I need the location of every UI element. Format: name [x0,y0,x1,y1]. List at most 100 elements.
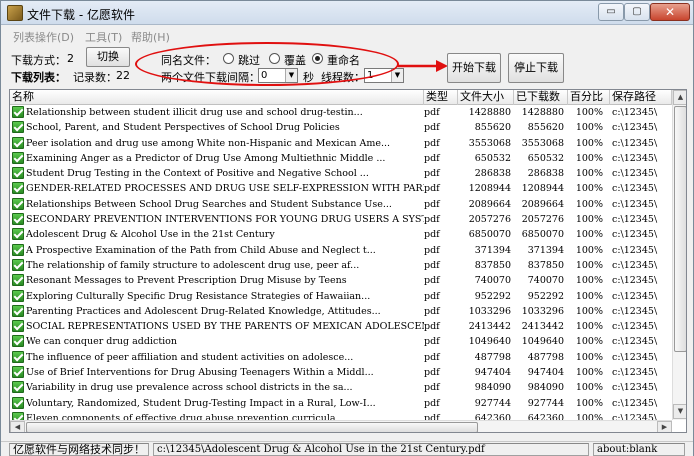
close-button[interactable]: ✕ [650,3,690,21]
column-downloaded[interactable]: 已下载数 [514,90,568,105]
row-type: pdf [424,168,440,180]
green-check-icon[interactable] [12,381,24,394]
green-check-icon[interactable] [12,213,24,226]
row-path: c:\12345\ [612,152,658,164]
green-check-icon[interactable] [12,182,24,195]
table-row[interactable]: Variability in drug use prevalence acros… [10,380,672,395]
row-size: 947404 [474,367,511,379]
green-check-icon[interactable] [12,350,24,363]
title-bar[interactable]: 文件下载 - 亿愿软件 ▭ ▢ ✕ [1,1,693,25]
table-row[interactable]: SOCIAL REPRESENTATIONS USED BY THE PAREN… [10,319,672,334]
horizontal-scroll-thumb[interactable] [26,422,478,432]
row-percent: 100% [575,382,603,394]
row-path: c:\12345\ [612,382,658,394]
row-name: The influence of peer affiliation and st… [26,351,354,363]
green-check-icon[interactable] [12,411,24,420]
row-downloaded: 650532 [527,152,564,164]
green-check-icon[interactable] [12,106,24,118]
menu-tools[interactable]: 工具(T) [85,29,122,45]
scroll-down-icon[interactable]: ▼ [673,404,686,419]
green-check-icon[interactable] [12,121,24,134]
row-name: Variability in drug use prevalence acros… [26,382,353,394]
green-check-icon[interactable] [12,197,24,210]
record-count-label: 记录数： [73,71,117,84]
table-row[interactable]: A Prospective Examination of the Path fr… [10,243,672,258]
status-current-file: c:\12345\Adolescent Drug & Alcohol Use i… [153,443,589,456]
arrow-annotation-icon [398,60,448,72]
row-size: 2089664 [468,198,511,210]
green-check-icon[interactable] [12,243,24,256]
list-header: 名称 类型 文件大小 已下载数 百分比 保存路径 [10,90,672,105]
table-row[interactable]: Resonant Messages to Prevent Prescriptio… [10,273,672,288]
menu-help[interactable]: 帮助(H) [131,29,170,45]
row-path: c:\12345\ [612,367,658,379]
table-row[interactable]: The influence of peer affiliation and st… [10,350,672,365]
green-check-icon[interactable] [12,274,24,287]
table-row[interactable]: Adolescent Drug & Alcohol Use in the 21s… [10,227,672,242]
table-row[interactable]: We can conquer drug addiction pdf 1049640 1… [10,334,672,349]
green-check-icon[interactable] [12,228,24,241]
table-row[interactable]: Eleven components of effective drug abus… [10,411,672,420]
row-name: Exploring Culturally Specific Drug Resis… [26,290,371,302]
table-row[interactable]: Peer isolation and drug use among White … [10,136,672,151]
scroll-left-icon[interactable]: ◀ [10,421,25,432]
column-size[interactable]: 文件大小 [458,90,514,105]
green-check-icon[interactable] [12,167,24,180]
row-size: 2057276 [468,214,511,226]
start-download-button[interactable]: 开始下载 [447,53,501,83]
horizontal-scrollbar[interactable]: ◀ ▶ [10,420,672,432]
row-type: pdf [424,259,440,271]
column-percent[interactable]: 百分比 [568,90,610,105]
switch-button[interactable]: 切换 [86,47,130,67]
row-downloaded: 2057276 [521,214,564,226]
row-path: c:\12345\ [612,183,658,195]
table-row[interactable]: Student Drug Testing in the Context of P… [10,166,672,181]
vertical-scrollbar[interactable]: ▲ ▼ [672,90,686,420]
green-check-icon[interactable] [12,396,24,409]
stop-download-button[interactable]: 停止下载 [508,53,564,83]
scroll-right-icon[interactable]: ▶ [657,421,672,432]
green-check-icon[interactable] [12,304,24,317]
table-row[interactable]: Relationship between student illicit dru… [10,105,672,120]
row-type: pdf [424,382,440,394]
green-check-icon[interactable] [12,335,24,348]
table-row[interactable]: Relationships Between School Drug Search… [10,197,672,212]
table-row[interactable]: Exploring Culturally Specific Drug Resis… [10,289,672,304]
green-check-icon[interactable] [12,366,24,379]
row-name: School, Parent, and Student Perspectives… [26,122,340,134]
column-type[interactable]: 类型 [424,90,458,105]
green-check-icon[interactable] [12,151,24,164]
download-mode-label: 下载方式： [11,54,66,67]
table-row[interactable]: School, Parent, and Student Perspectives… [10,120,672,135]
maximize-button[interactable]: ▢ [624,3,650,21]
table-row[interactable]: The relationship of family structure to … [10,258,672,273]
table-row[interactable]: SECONDARY PREVENTION INTERVENTIONS FOR Y… [10,212,672,227]
row-name: GENDER-RELATED PROCESSES AND DRUG USE SE… [26,183,424,195]
row-downloaded: 1428880 [521,107,564,118]
row-percent: 100% [575,321,603,333]
row-percent: 100% [575,275,603,287]
column-path[interactable]: 保存路径 [610,90,672,105]
table-row[interactable]: Parenting Practices and Adolescent Drug-… [10,304,672,319]
scroll-up-icon[interactable]: ▲ [673,90,686,105]
table-row[interactable]: Voluntary, Randomized, Student Drug-Test… [10,396,672,411]
row-path: c:\12345\ [612,244,658,256]
table-row[interactable]: Use of Brief Interventions for Drug Abus… [10,365,672,380]
row-percent: 100% [575,305,603,317]
row-name: Relationships Between School Drug Search… [26,198,392,210]
menu-list-ops[interactable]: 列表操作(D) [13,29,74,45]
row-size: 1428880 [468,107,511,118]
green-check-icon[interactable] [12,289,24,302]
green-check-icon[interactable] [12,136,24,149]
green-check-icon[interactable] [12,258,24,271]
vertical-scroll-thumb[interactable] [674,106,686,352]
table-row[interactable]: Examining Anger as a Predictor of Drug U… [10,151,672,166]
minimize-button[interactable]: ▭ [598,3,624,21]
row-downloaded: 6850070 [521,229,564,241]
table-row[interactable]: GENDER-RELATED PROCESSES AND DRUG USE SE… [10,181,672,196]
row-percent: 100% [575,229,603,241]
green-check-icon[interactable] [12,320,24,333]
download-list[interactable]: 名称 类型 文件大小 已下载数 百分比 保存路径 Relationship be… [9,89,687,433]
column-name[interactable]: 名称 [10,90,424,105]
row-size: 286838 [474,168,511,180]
